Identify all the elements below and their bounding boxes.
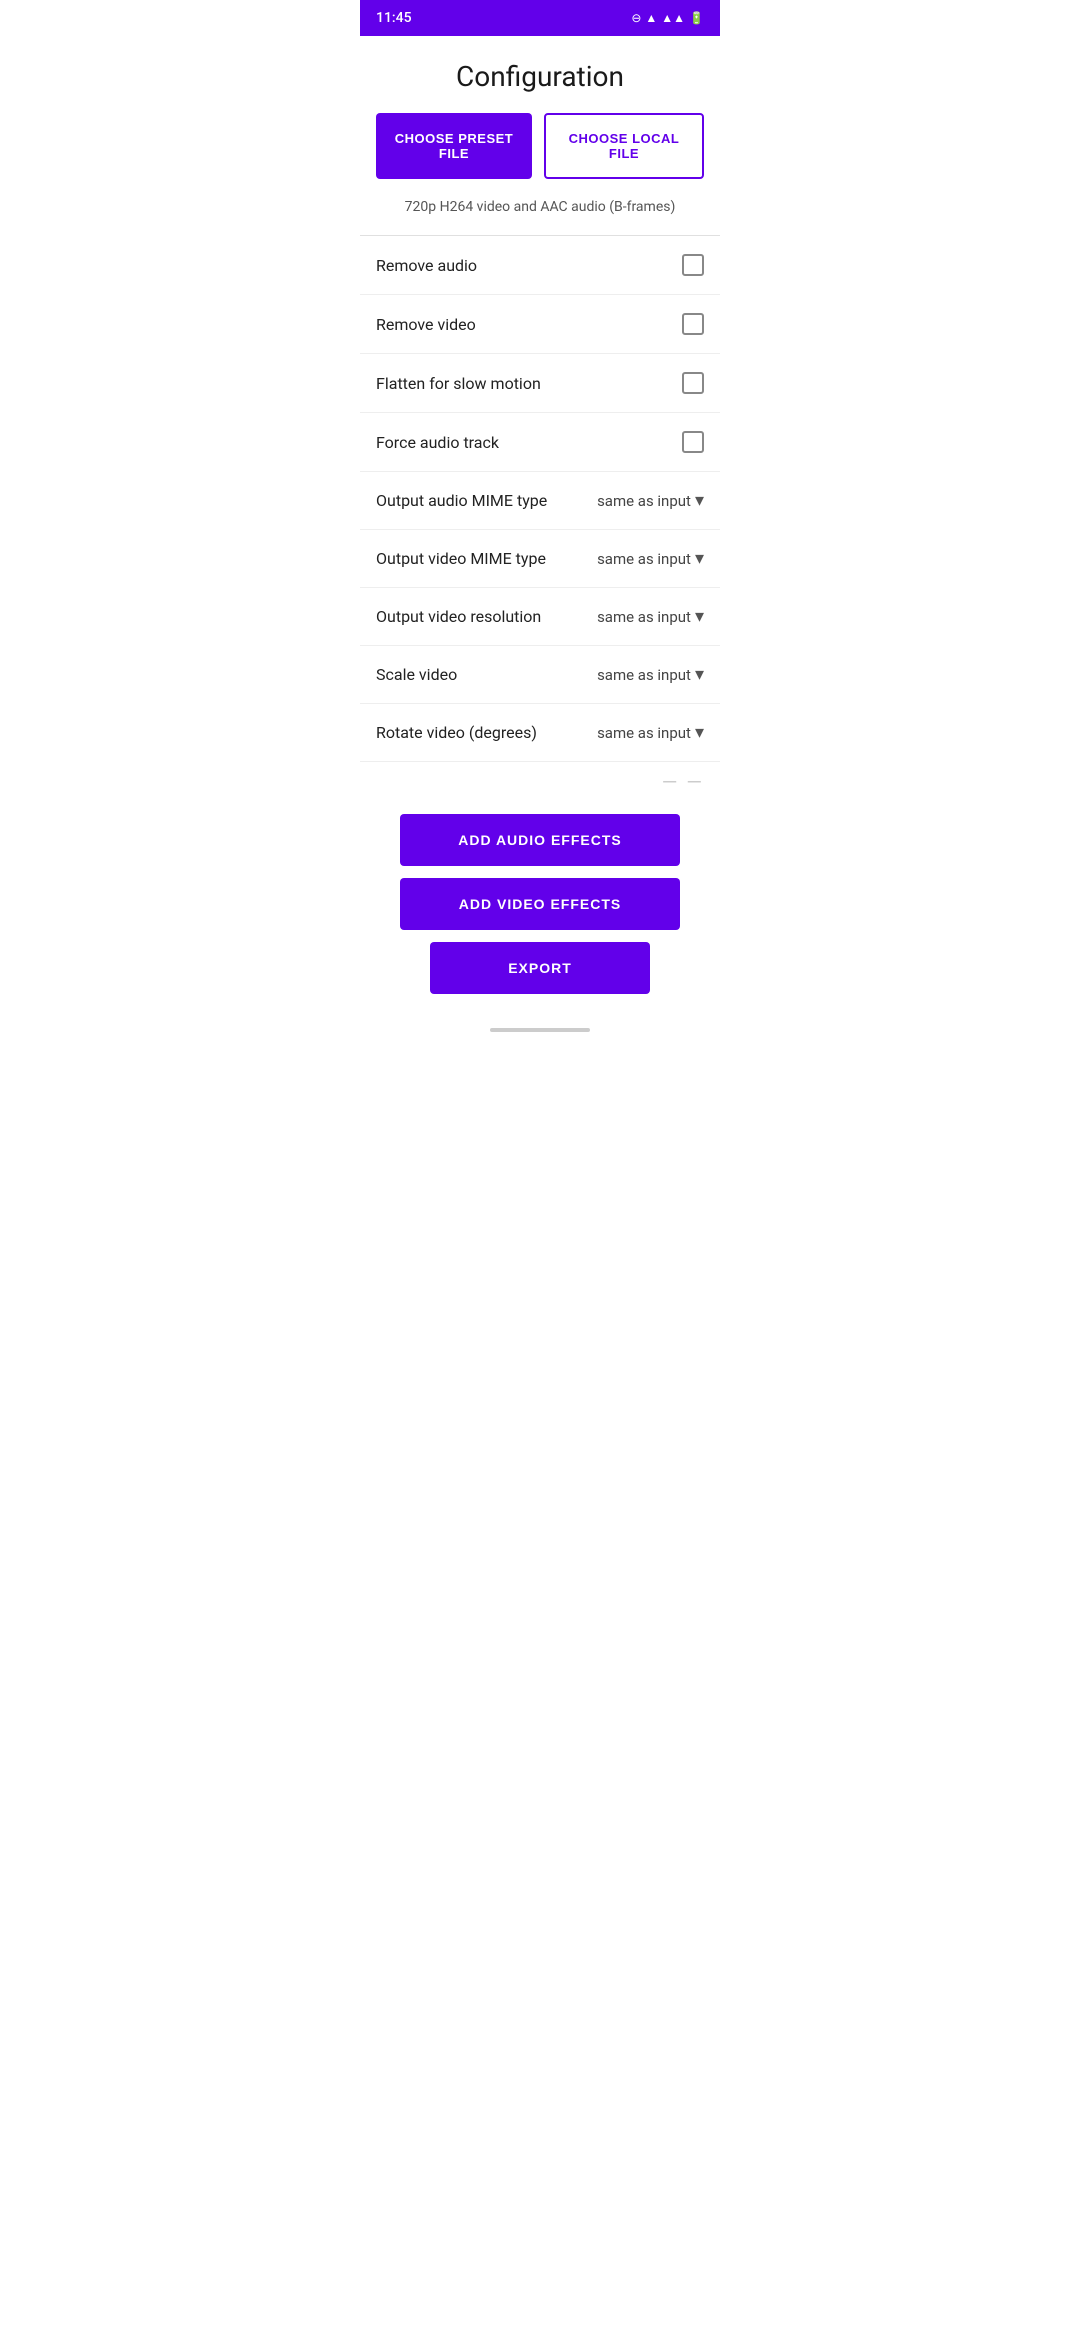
add-audio-effects-button[interactable]: ADD AUDIO EFFECTS — [400, 814, 680, 866]
nav-bar — [360, 1018, 720, 1042]
rotate-video-dropdown[interactable]: same as input ▾ — [597, 722, 704, 743]
output-audio-mime-arrow-icon: ▾ — [695, 490, 704, 511]
output-video-resolution-dropdown[interactable]: same as input ▾ — [597, 606, 704, 627]
remove-audio-row: Remove audio — [360, 236, 720, 295]
output-video-mime-value: same as input — [597, 550, 691, 568]
scale-video-value: same as input — [597, 666, 691, 684]
output-audio-mime-dropdown[interactable]: same as input ▾ — [597, 490, 704, 511]
choose-preset-button[interactable]: CHOOSE PRESET FILE — [376, 113, 532, 179]
scale-video-label: Scale video — [376, 665, 597, 684]
action-buttons: ADD AUDIO EFFECTS ADD VIDEO EFFECTS EXPO… — [360, 802, 720, 1018]
output-video-resolution-arrow-icon: ▾ — [695, 606, 704, 627]
preset-description: 720p H264 video and AAC audio (B-frames) — [360, 195, 720, 235]
output-video-resolution-value: same as input — [597, 608, 691, 626]
separator: — — — [360, 762, 720, 802]
choose-local-button[interactable]: CHOOSE LOCAL FILE — [544, 113, 704, 179]
remove-video-row: Remove video — [360, 295, 720, 354]
file-buttons-row: CHOOSE PRESET FILE CHOOSE LOCAL FILE — [360, 113, 720, 195]
flatten-slow-motion-checkbox[interactable] — [682, 372, 704, 394]
output-audio-mime-row: Output audio MIME type same as input ▾ — [360, 472, 720, 530]
output-video-mime-row: Output video MIME type same as input ▾ — [360, 530, 720, 588]
rotate-video-value: same as input — [597, 724, 691, 742]
remove-video-label: Remove video — [376, 315, 682, 334]
flatten-slow-motion-row: Flatten for slow motion — [360, 354, 720, 413]
flatten-slow-motion-label: Flatten for slow motion — [376, 374, 682, 393]
output-video-mime-arrow-icon: ▾ — [695, 548, 704, 569]
nav-pill — [490, 1028, 590, 1032]
output-audio-mime-label: Output audio MIME type — [376, 491, 597, 510]
force-audio-track-row: Force audio track — [360, 413, 720, 472]
output-video-mime-dropdown[interactable]: same as input ▾ — [597, 548, 704, 569]
rotate-video-row: Rotate video (degrees) same as input ▾ — [360, 704, 720, 762]
output-video-resolution-label: Output video resolution — [376, 607, 597, 626]
remove-audio-label: Remove audio — [376, 256, 682, 275]
remove-video-checkbox[interactable] — [682, 313, 704, 335]
battery-icon: 🔋 — [689, 11, 704, 25]
scale-video-arrow-icon: ▾ — [695, 664, 704, 685]
force-audio-track-checkbox[interactable] — [682, 431, 704, 453]
output-video-resolution-row: Output video resolution same as input ▾ — [360, 588, 720, 646]
status-bar: 11:45 ⊖ ▲ ▲▲ 🔋 — [360, 0, 720, 36]
force-audio-track-label: Force audio track — [376, 433, 682, 452]
rotate-video-arrow-icon: ▾ — [695, 722, 704, 743]
remove-audio-checkbox[interactable] — [682, 254, 704, 276]
rotate-video-label: Rotate video (degrees) — [376, 723, 597, 742]
scale-video-row: Scale video same as input ▾ — [360, 646, 720, 704]
output-video-mime-label: Output video MIME type — [376, 549, 597, 568]
scale-video-dropdown[interactable]: same as input ▾ — [597, 664, 704, 685]
output-audio-mime-value: same as input — [597, 492, 691, 510]
add-video-effects-button[interactable]: ADD VIDEO EFFECTS — [400, 878, 680, 930]
wifi-icon: ▲ — [645, 11, 657, 25]
signal-icon: ▲▲ — [661, 11, 685, 25]
export-button[interactable]: EXPORT — [430, 942, 650, 994]
page-title: Configuration — [360, 36, 720, 113]
dnd-icon: ⊖ — [631, 11, 641, 25]
status-time: 11:45 — [376, 10, 412, 26]
status-icons: ⊖ ▲ ▲▲ 🔋 — [631, 11, 704, 25]
